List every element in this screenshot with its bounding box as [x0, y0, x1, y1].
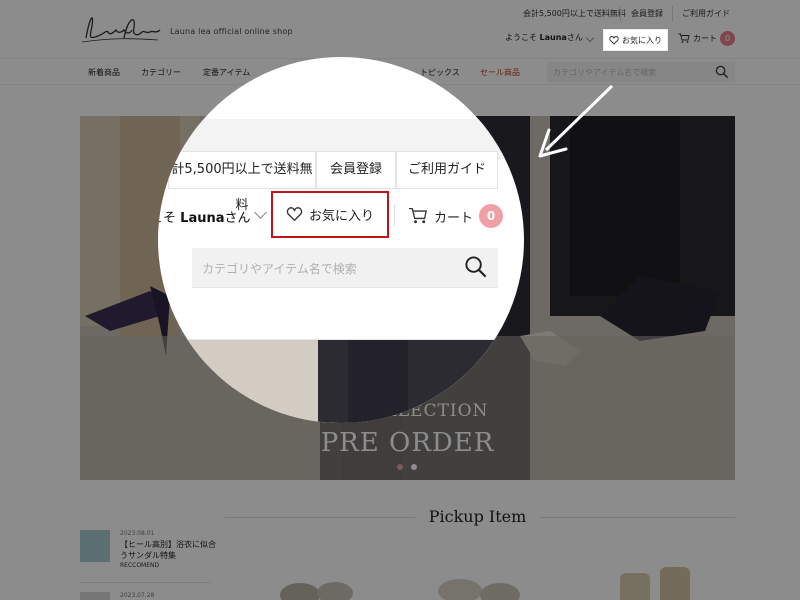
- cart-label: カート: [434, 210, 474, 226]
- zoom-divider: [394, 204, 395, 226]
- zoom-free-shipping: 計5,500円以上で送料無料: [168, 151, 316, 213]
- search-placeholder: カテゴリやアイテム名で検索: [202, 262, 357, 276]
- search-icon[interactable]: [464, 255, 488, 279]
- cart-count-badge: 0: [479, 204, 504, 228]
- zoom-favorites-button[interactable]: お気に入り: [271, 191, 389, 238]
- heart-icon: [286, 207, 303, 222]
- zoom-divider: [158, 339, 524, 340]
- welcome-prefix: こそ: [158, 211, 177, 226]
- chevron-down-icon[interactable]: [254, 206, 267, 219]
- zoom-hero-photo: [158, 339, 524, 423]
- zoom-magnifier: 計5,500円以上で送料無料 会員登録 ご利用ガイド こそ Launaさん お気…: [158, 57, 524, 423]
- welcome-suffix: さん: [224, 211, 251, 226]
- zoom-search-input[interactable]: カテゴリやアイテム名で検索: [192, 248, 498, 288]
- zoom-register-link[interactable]: 会員登録: [316, 151, 396, 189]
- user-name: Launa: [180, 211, 225, 226]
- zoomed-header: 計5,500円以上で送料無料 会員登録 ご利用ガイド こそ Launaさん お気…: [158, 57, 524, 423]
- cart-icon: [409, 207, 427, 224]
- zoom-welcome[interactable]: こそ Launaさん: [158, 207, 251, 226]
- zoom-cart-button[interactable]: カート 0: [408, 204, 504, 228]
- favorites-label: お気に入り: [308, 209, 374, 224]
- zoom-guide-link[interactable]: ご利用ガイド: [396, 151, 498, 189]
